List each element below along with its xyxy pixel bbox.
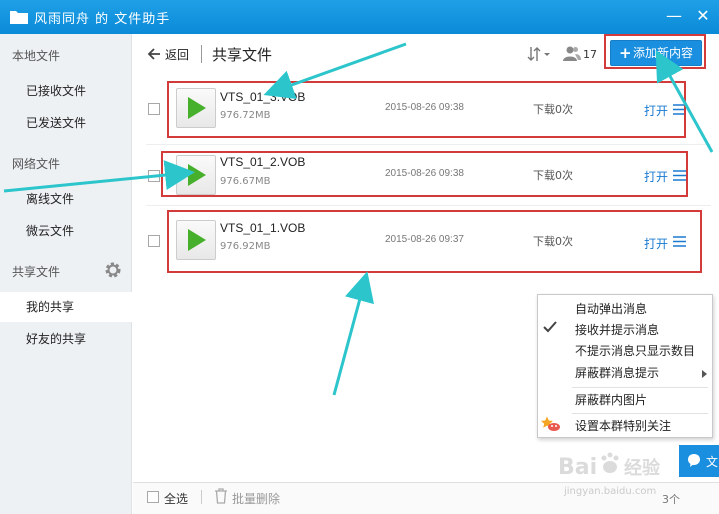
file-checkbox[interactable]	[148, 103, 160, 115]
sidebar-item-my-share[interactable]: 我的共享	[0, 292, 132, 322]
window-title: 风雨同舟 的 文件助手	[34, 12, 171, 27]
ctx-item-block-images[interactable]: 屏蔽群内图片	[538, 390, 712, 410]
header-divider	[201, 45, 202, 63]
arrow-to-row1	[263, 42, 407, 100]
ctx-item-receive-notify[interactable]: 接收并提示消息	[538, 320, 712, 340]
minimize-button[interactable]: —	[664, 6, 684, 26]
trash-icon[interactable]	[214, 488, 228, 504]
ctx-separator	[572, 413, 708, 414]
file-date: 2015-08-26 09:37	[385, 234, 464, 245]
file-date: 2015-08-26 09:38	[385, 102, 464, 113]
file-count: 3个	[662, 493, 680, 506]
submenu-arrow-icon	[702, 370, 707, 378]
add-content-label: 添加新内容	[633, 46, 694, 60]
plus-icon: +	[619, 44, 632, 62]
select-all-label[interactable]: 全选	[164, 490, 188, 507]
arrow-to-row3	[332, 271, 375, 396]
star-icon	[541, 416, 560, 431]
row-divider	[146, 144, 711, 145]
sidebar-item-offline[interactable]: 离线文件	[0, 184, 132, 214]
play-icon	[188, 164, 206, 186]
file-name[interactable]: VTS_01_2.VOB	[220, 155, 305, 169]
svg-text:经验: 经验	[624, 457, 661, 479]
sidebar-item-received[interactable]: 已接收文件	[0, 76, 132, 106]
play-icon	[188, 97, 206, 119]
member-count: 17	[583, 48, 597, 61]
context-menu: 自动弹出消息 接收并提示消息 不提示消息只显示数目 屏蔽群消息提示 屏蔽群内图片…	[537, 294, 713, 438]
page-title: 共享文件	[212, 46, 273, 64]
file-checkbox[interactable]	[148, 235, 160, 247]
check-icon	[543, 321, 557, 333]
chat-tab-label: 文	[706, 455, 719, 469]
title-bar: 风雨同舟 的 文件助手 — ✕	[0, 0, 719, 34]
sort-icon[interactable]	[527, 45, 551, 63]
add-content-button[interactable]: + 添加新内容	[610, 40, 702, 66]
ctx-item-special-follow[interactable]: 设置本群特别关注	[538, 416, 712, 436]
bottom-divider	[201, 490, 202, 504]
members-icon[interactable]	[563, 45, 581, 62]
hamburger-icon[interactable]	[673, 104, 686, 115]
sidebar-item-sent[interactable]: 已发送文件	[0, 108, 132, 138]
select-all-checkbox[interactable]	[147, 491, 159, 503]
file-date: 2015-08-26 09:38	[385, 168, 464, 179]
chat-bubble-icon	[688, 454, 700, 467]
back-arrow-icon[interactable]	[146, 46, 162, 62]
batch-delete-button[interactable]: 批量删除	[232, 490, 280, 507]
file-open-link[interactable]: 打开	[644, 168, 668, 185]
file-size: 976.72MB	[220, 110, 271, 121]
sidebar-section-network: 网络文件	[12, 157, 61, 171]
file-play-button[interactable]	[176, 88, 216, 128]
file-name[interactable]: VTS_01_1.VOB	[220, 221, 305, 235]
play-icon	[188, 229, 206, 251]
sidebar-section-shared: 共享文件	[12, 265, 61, 279]
close-button[interactable]: ✕	[693, 6, 713, 26]
row-divider	[146, 205, 711, 206]
sidebar-item-weiyun[interactable]: 微云文件	[0, 216, 132, 246]
file-play-button[interactable]	[176, 155, 216, 195]
ctx-separator	[572, 387, 708, 388]
file-size: 976.92MB	[220, 241, 271, 252]
sidebar-item-friends-share[interactable]: 好友的共享	[0, 324, 132, 354]
file-checkbox[interactable]	[148, 170, 160, 182]
gear-icon[interactable]	[103, 260, 123, 280]
file-open-link[interactable]: 打开	[644, 235, 668, 252]
ctx-item-count-only[interactable]: 不提示消息只显示数目	[538, 341, 712, 361]
file-size: 976.67MB	[220, 176, 271, 187]
hamburger-icon[interactable]	[673, 170, 686, 181]
file-downloads: 下载0次	[533, 169, 573, 182]
folder-icon	[10, 11, 28, 24]
file-downloads: 下载0次	[533, 235, 573, 248]
ctx-item-block-group[interactable]: 屏蔽群消息提示	[538, 363, 712, 383]
file-play-button[interactable]	[176, 220, 216, 260]
sidebar-section-local: 本地文件	[12, 49, 61, 63]
hamburger-icon[interactable]	[673, 236, 686, 247]
file-open-link[interactable]: 打开	[644, 102, 668, 119]
svg-text:Bai: Bai	[558, 455, 597, 480]
back-button[interactable]: 返回	[165, 46, 189, 63]
ctx-item-auto-popup[interactable]: 自动弹出消息	[538, 299, 712, 319]
file-name[interactable]: VTS_01_3.VOB	[220, 90, 305, 104]
file-downloads: 下载0次	[533, 103, 573, 116]
chat-tab[interactable]: 文	[679, 445, 719, 477]
